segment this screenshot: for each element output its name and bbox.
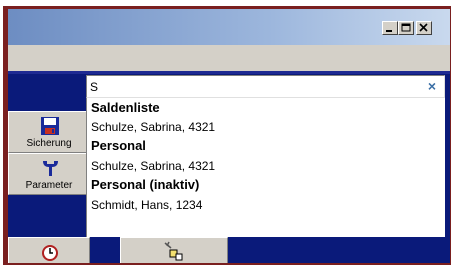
search-field[interactable]: ×: [86, 75, 445, 98]
clock-button[interactable]: [8, 237, 90, 263]
wrench-icon: [43, 161, 58, 176]
maximize-icon: [401, 23, 411, 32]
title-bar[interactable]: [8, 9, 450, 45]
search-results-dropdown: Saldenliste Schulze, Sabrina, 4321 Perso…: [86, 98, 445, 237]
workspace-top-edge: [8, 71, 450, 74]
result-header-saldenliste: Saldenliste: [91, 100, 160, 115]
clear-search-button[interactable]: ×: [424, 78, 440, 95]
floppy-disk-icon: [41, 117, 59, 135]
search-input[interactable]: [90, 78, 390, 95]
eraser-icon: [164, 241, 183, 261]
parameter-button[interactable]: Parameter: [8, 153, 90, 195]
sicherung-button[interactable]: Sicherung: [8, 111, 90, 153]
app-window: Sicherung Parameter × Saldenliste Schulz…: [8, 9, 450, 263]
minimize-button[interactable]: [382, 21, 398, 35]
result-item[interactable]: Schulze, Sabrina, 4321: [91, 156, 215, 176]
parameter-label: Parameter: [25, 180, 73, 191]
result-header-personal: Personal: [91, 138, 146, 153]
close-icon: [419, 23, 428, 32]
close-button[interactable]: [416, 21, 432, 35]
menu-band: [8, 45, 450, 71]
clock-icon: [42, 245, 58, 261]
result-item[interactable]: Schulze, Sabrina, 4321: [91, 117, 215, 137]
sicherung-label: Sicherung: [26, 138, 72, 149]
result-item[interactable]: Schmidt, Hans, 1234: [91, 195, 202, 215]
maximize-button[interactable]: [398, 21, 414, 35]
eraser-button[interactable]: [120, 237, 228, 263]
result-header-personal-inaktiv: Personal (inaktiv): [91, 177, 200, 192]
minimize-icon: [386, 30, 392, 32]
